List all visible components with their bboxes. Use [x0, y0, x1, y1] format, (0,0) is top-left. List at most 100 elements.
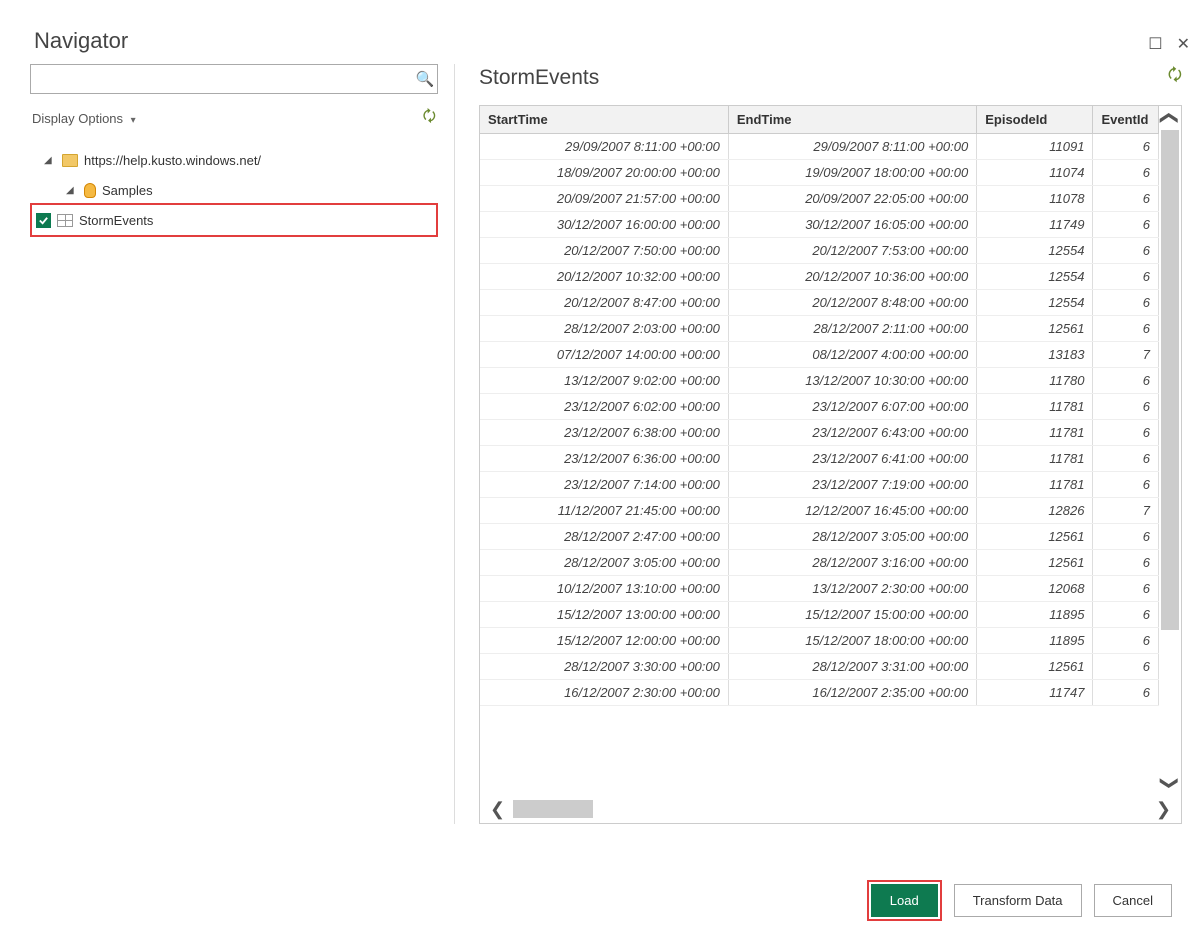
table-row[interactable]: 28/12/2007 3:05:00 +00:0028/12/2007 3:16…: [480, 550, 1159, 576]
tree-node-connection[interactable]: ◢ https://help.kusto.windows.net/: [30, 145, 438, 175]
vertical-scrollbar[interactable]: ❮ ❯: [1159, 106, 1181, 795]
scroll-up-icon[interactable]: ❮: [1158, 107, 1181, 129]
transform-data-button[interactable]: Transform Data: [954, 884, 1082, 917]
chevron-down-icon[interactable]: ▾: [131, 115, 136, 126]
scrollbar-thumb[interactable]: [513, 800, 593, 818]
search-icon[interactable]: 🔍: [413, 70, 437, 88]
scroll-down-icon[interactable]: ❯: [1158, 772, 1181, 794]
table-row[interactable]: 18/09/2007 20:00:00 +00:0019/09/2007 18:…: [480, 160, 1159, 186]
cell-starttime: 20/12/2007 8:47:00 +00:00: [480, 290, 728, 316]
cell-endtime: 28/12/2007 2:11:00 +00:00: [728, 316, 976, 342]
scroll-right-icon[interactable]: ❯: [1152, 799, 1175, 820]
cell-starttime: 13/12/2007 9:02:00 +00:00: [480, 368, 728, 394]
preview-title: StormEvents: [479, 66, 599, 90]
cell-eventid: 6: [1093, 238, 1159, 264]
cell-episodeid: 11781: [977, 472, 1093, 498]
search-input[interactable]: 🔍: [30, 64, 438, 94]
cell-endtime: 23/12/2007 7:19:00 +00:00: [728, 472, 976, 498]
table-row[interactable]: 20/12/2007 7:50:00 +00:0020/12/2007 7:53…: [480, 238, 1159, 264]
cell-eventid: 6: [1093, 186, 1159, 212]
cell-endtime: 20/12/2007 8:48:00 +00:00: [728, 290, 976, 316]
database-icon: [84, 183, 96, 198]
cell-starttime: 18/09/2007 20:00:00 +00:00: [480, 160, 728, 186]
tree-node-database[interactable]: ◢ Samples: [30, 175, 438, 205]
table-row[interactable]: 28/12/2007 2:47:00 +00:0028/12/2007 3:05…: [480, 524, 1159, 550]
horizontal-scrollbar[interactable]: ❮ ❯: [480, 795, 1181, 823]
table-row[interactable]: 20/12/2007 10:32:00 +00:0020/12/2007 10:…: [480, 264, 1159, 290]
table-row[interactable]: 15/12/2007 12:00:00 +00:0015/12/2007 18:…: [480, 628, 1159, 654]
expand-icon[interactable]: ◢: [66, 185, 78, 196]
table-row[interactable]: 10/12/2007 13:10:00 +00:0013/12/2007 2:3…: [480, 576, 1159, 602]
cell-eventid: 7: [1093, 498, 1159, 524]
cell-eventid: 6: [1093, 290, 1159, 316]
cell-endtime: 20/09/2007 22:05:00 +00:00: [728, 186, 976, 212]
table-row[interactable]: 13/12/2007 9:02:00 +00:0013/12/2007 10:3…: [480, 368, 1159, 394]
cell-starttime: 28/12/2007 2:03:00 +00:00: [480, 316, 728, 342]
cell-eventid: 7: [1093, 342, 1159, 368]
cell-episodeid: 11781: [977, 420, 1093, 446]
table-row[interactable]: 30/12/2007 16:00:00 +00:0030/12/2007 16:…: [480, 212, 1159, 238]
table-row[interactable]: 11/12/2007 21:45:00 +00:0012/12/2007 16:…: [480, 498, 1159, 524]
col-header-endtime[interactable]: EndTime: [728, 106, 976, 134]
cell-starttime: 23/12/2007 7:14:00 +00:00: [480, 472, 728, 498]
table-row[interactable]: 28/12/2007 2:03:00 +00:0028/12/2007 2:11…: [480, 316, 1159, 342]
load-button[interactable]: Load: [871, 884, 938, 917]
cell-starttime: 15/12/2007 12:00:00 +00:00: [480, 628, 728, 654]
cell-endtime: 30/12/2007 16:05:00 +00:00: [728, 212, 976, 238]
close-icon[interactable]: ✕: [1177, 34, 1190, 54]
cell-starttime: 28/12/2007 3:05:00 +00:00: [480, 550, 728, 576]
table-row[interactable]: 07/12/2007 14:00:00 +00:0008/12/2007 4:0…: [480, 342, 1159, 368]
cell-endtime: 23/12/2007 6:41:00 +00:00: [728, 446, 976, 472]
refresh-tree-icon[interactable]: 🗘: [423, 106, 436, 131]
cell-episodeid: 12561: [977, 316, 1093, 342]
checkbox-checked-icon[interactable]: [36, 213, 51, 228]
table-row[interactable]: 23/12/2007 6:02:00 +00:0023/12/2007 6:07…: [480, 394, 1159, 420]
cell-starttime: 23/12/2007 6:02:00 +00:00: [480, 394, 728, 420]
table-row[interactable]: 16/12/2007 2:30:00 +00:0016/12/2007 2:35…: [480, 680, 1159, 706]
col-header-starttime[interactable]: StartTime: [480, 106, 728, 134]
cell-starttime: 11/12/2007 21:45:00 +00:00: [480, 498, 728, 524]
cell-eventid: 6: [1093, 394, 1159, 420]
cell-episodeid: 11781: [977, 446, 1093, 472]
cell-endtime: 13/12/2007 10:30:00 +00:00: [728, 368, 976, 394]
cell-eventid: 6: [1093, 576, 1159, 602]
cell-endtime: 16/12/2007 2:35:00 +00:00: [728, 680, 976, 706]
cell-eventid: 6: [1093, 264, 1159, 290]
cancel-button[interactable]: Cancel: [1094, 884, 1172, 917]
table-row[interactable]: 28/12/2007 3:30:00 +00:0028/12/2007 3:31…: [480, 654, 1159, 680]
scrollbar-thumb[interactable]: [1161, 130, 1179, 630]
table-row[interactable]: 20/09/2007 21:57:00 +00:0020/09/2007 22:…: [480, 186, 1159, 212]
preview-grid: StartTime EndTime EpisodeId EventId 29/0…: [479, 105, 1182, 824]
cell-episodeid: 11780: [977, 368, 1093, 394]
cell-episodeid: 12554: [977, 290, 1093, 316]
refresh-preview-icon[interactable]: 🗘: [1168, 64, 1182, 91]
tree-node-table-stormevents[interactable]: StormEvents: [30, 203, 438, 237]
maximize-icon[interactable]: ☐: [1148, 34, 1162, 54]
cell-episodeid: 11074: [977, 160, 1093, 186]
table-row[interactable]: 29/09/2007 8:11:00 +00:0029/09/2007 8:11…: [480, 134, 1159, 160]
display-options-label[interactable]: Display Options: [32, 111, 123, 126]
table-row[interactable]: 23/12/2007 7:14:00 +00:0023/12/2007 7:19…: [480, 472, 1159, 498]
cell-eventid: 6: [1093, 654, 1159, 680]
table-row[interactable]: 23/12/2007 6:38:00 +00:0023/12/2007 6:43…: [480, 420, 1159, 446]
cell-endtime: 19/09/2007 18:00:00 +00:00: [728, 160, 976, 186]
page-title: Navigator: [34, 28, 1200, 54]
col-header-episodeid[interactable]: EpisodeId: [977, 106, 1093, 134]
cell-episodeid: 11091: [977, 134, 1093, 160]
table-row[interactable]: 15/12/2007 13:00:00 +00:0015/12/2007 15:…: [480, 602, 1159, 628]
scroll-left-icon[interactable]: ❮: [486, 799, 509, 820]
search-field[interactable]: [31, 72, 413, 87]
table-row[interactable]: 20/12/2007 8:47:00 +00:0020/12/2007 8:48…: [480, 290, 1159, 316]
table-row[interactable]: 23/12/2007 6:36:00 +00:0023/12/2007 6:41…: [480, 446, 1159, 472]
cell-starttime: 30/12/2007 16:00:00 +00:00: [480, 212, 728, 238]
cell-episodeid: 13183: [977, 342, 1093, 368]
cell-starttime: 15/12/2007 13:00:00 +00:00: [480, 602, 728, 628]
cell-endtime: 15/12/2007 18:00:00 +00:00: [728, 628, 976, 654]
cell-episodeid: 11747: [977, 680, 1093, 706]
expand-icon[interactable]: ◢: [44, 155, 56, 166]
cell-episodeid: 12561: [977, 654, 1093, 680]
cell-endtime: 13/12/2007 2:30:00 +00:00: [728, 576, 976, 602]
cell-eventid: 6: [1093, 628, 1159, 654]
col-header-eventid[interactable]: EventId: [1093, 106, 1159, 134]
cell-endtime: 15/12/2007 15:00:00 +00:00: [728, 602, 976, 628]
